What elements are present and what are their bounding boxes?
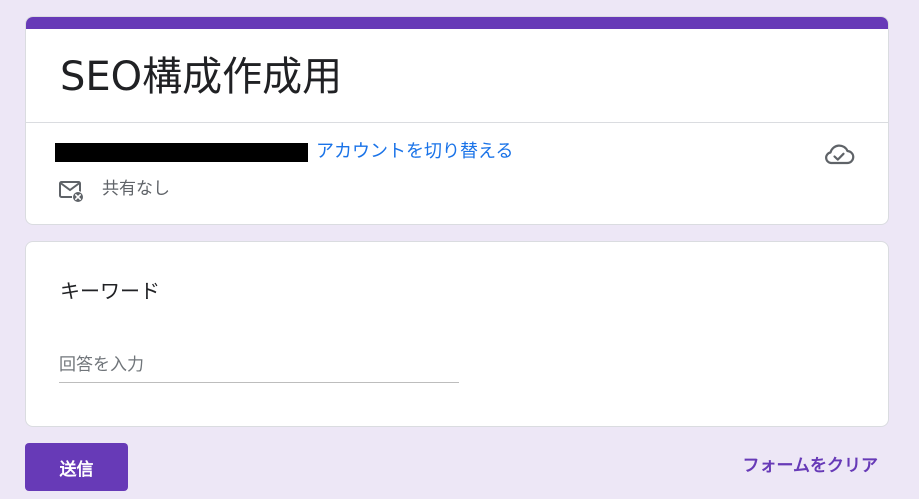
form-page: SEO構成作成用 アカウントを切り替える 共有なし キーワード 送信 フォームを… [0,0,919,499]
clear-form-button[interactable]: フォームをクリア [743,455,879,477]
question-title: キーワード [60,279,160,303]
question-card: キーワード [25,241,889,427]
redacted-account-email [55,143,308,162]
submit-button[interactable]: 送信 [25,443,128,491]
form-title: SEO構成作成用 [60,54,343,100]
answer-input[interactable] [59,348,459,383]
form-header-card: SEO構成作成用 アカウントを切り替える 共有なし [25,16,889,225]
share-status-text: 共有なし [102,179,170,199]
header-divider [26,122,888,123]
header-accent-bar [26,17,888,29]
switch-account-link[interactable]: アカウントを切り替える [316,141,513,163]
cloud-check-icon[interactable] [823,141,855,167]
mail-blocked-icon [59,181,84,203]
